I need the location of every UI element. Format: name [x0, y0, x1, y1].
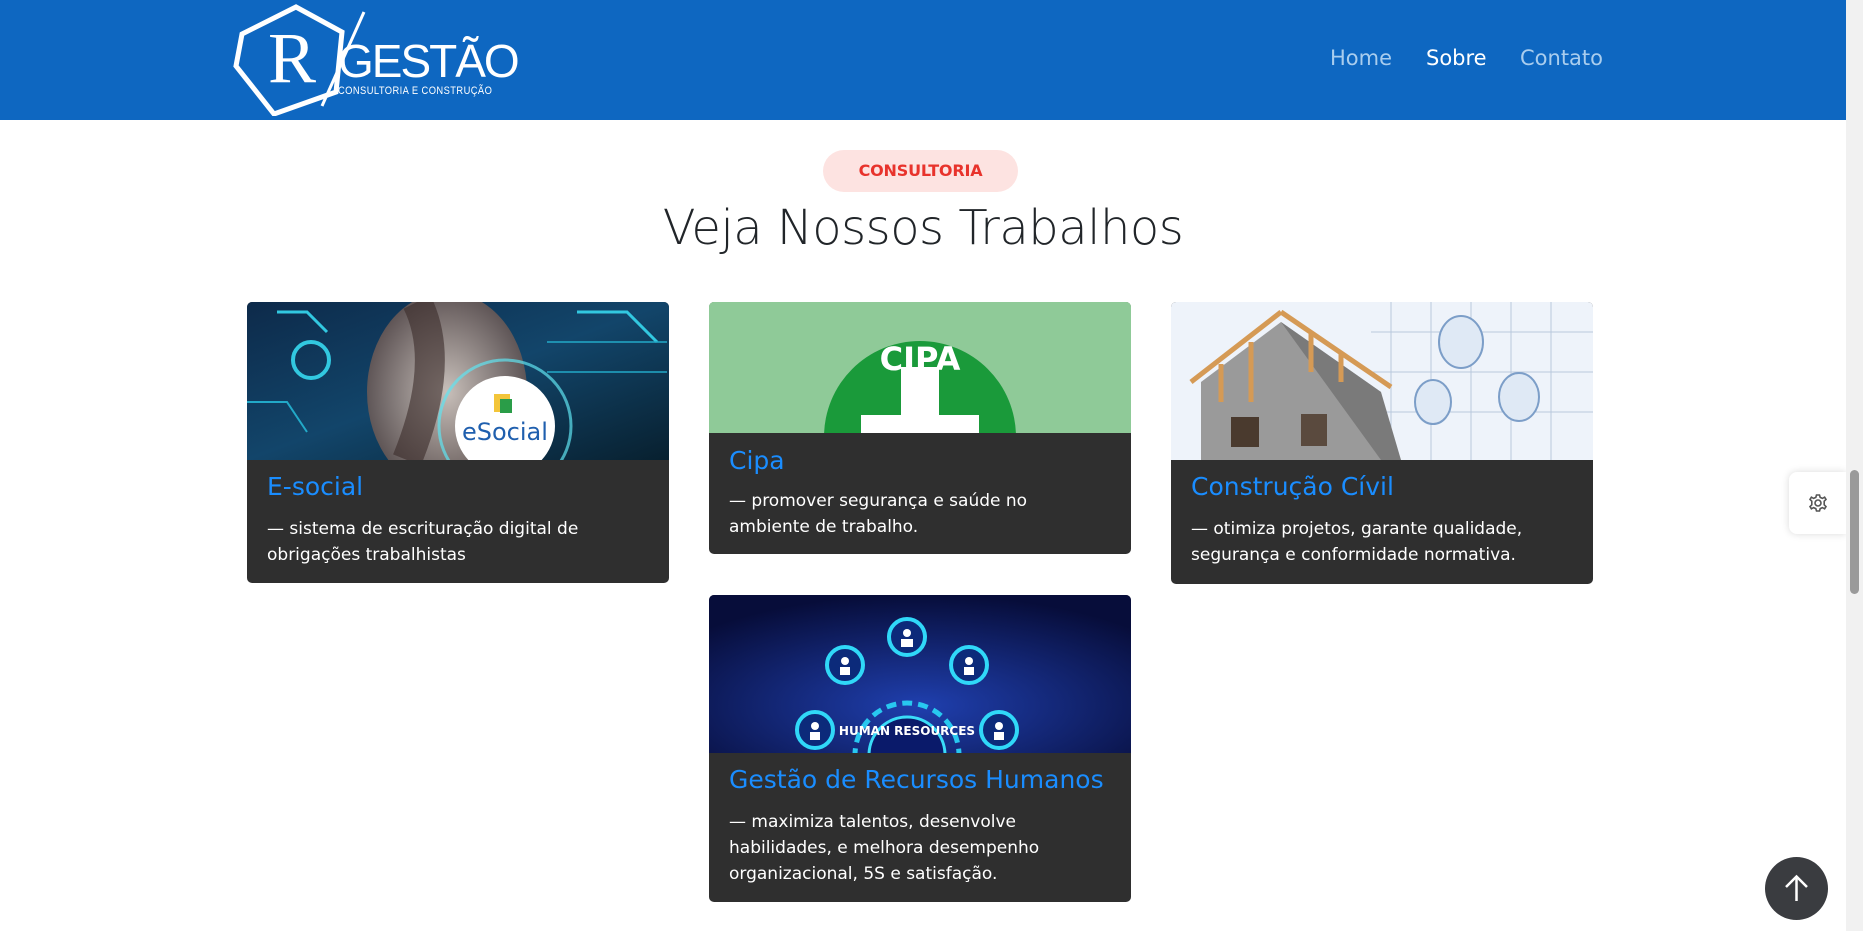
- esocial-tech-image: eSocial: [247, 302, 669, 460]
- svg-text:CIPA: CIPA: [880, 340, 961, 378]
- card-title[interactable]: Gestão de Recursos Humanos: [729, 765, 1104, 794]
- svg-text:HUMAN RESOURCES: HUMAN RESOURCES: [839, 724, 975, 738]
- service-card-cipa[interactable]: CIPA Cipa — promover segurança e saúde n…: [709, 302, 1131, 554]
- back-to-top-button[interactable]: [1765, 857, 1828, 920]
- service-card-construcao[interactable]: Construção Cívil — otimiza projetos, gar…: [1171, 302, 1593, 584]
- nav-home[interactable]: Home: [1330, 46, 1392, 70]
- cipa-logo-image: CIPA: [709, 302, 1131, 433]
- brand-name: GESTÃO: [338, 35, 520, 87]
- scrollbar-thumb[interactable]: [1850, 470, 1859, 594]
- card-title[interactable]: Construção Cívil: [1191, 472, 1394, 501]
- house-construction-image: [1171, 302, 1593, 460]
- card-text: — otimiza projetos, garante qualidade, s…: [1191, 519, 1523, 565]
- nav-sobre[interactable]: Sobre: [1426, 46, 1487, 70]
- settings-button[interactable]: [1789, 472, 1846, 534]
- card-text: — sistema de escrituração digital de obr…: [267, 519, 579, 565]
- brand-tagline: CONSULTORIA E CONSTRUÇÃO: [338, 85, 493, 97]
- card-text: — promover segurança e saúde no ambiente…: [729, 491, 1028, 537]
- svg-text:eSocial: eSocial: [462, 418, 548, 446]
- gear-icon: [1808, 494, 1828, 512]
- service-card-rh[interactable]: HUMAN RESOURCES Gestão de Recursos Human…: [709, 595, 1131, 902]
- section-title: Veja Nossos Trabalhos: [662, 200, 1184, 256]
- arrow-up-icon: [1785, 874, 1808, 901]
- nav-contato[interactable]: Contato: [1520, 46, 1603, 70]
- service-card-esocial[interactable]: eSocial E-social — sistema de escrituraç…: [247, 302, 669, 583]
- card-text: — maximiza talentos, desenvolve habilida…: [729, 812, 1040, 884]
- section-badge: CONSULTORIA: [823, 150, 1018, 192]
- card-title[interactable]: Cipa: [729, 446, 785, 475]
- human-resources-image: HUMAN RESOURCES: [709, 595, 1131, 753]
- page-scrollbar[interactable]: [1846, 0, 1863, 931]
- card-title[interactable]: E-social: [267, 472, 363, 501]
- top-navbar: R GESTÃO CONSULTORIA E CONSTRUÇÃO Home S…: [0, 0, 1846, 120]
- logo-letter: R: [268, 18, 316, 98]
